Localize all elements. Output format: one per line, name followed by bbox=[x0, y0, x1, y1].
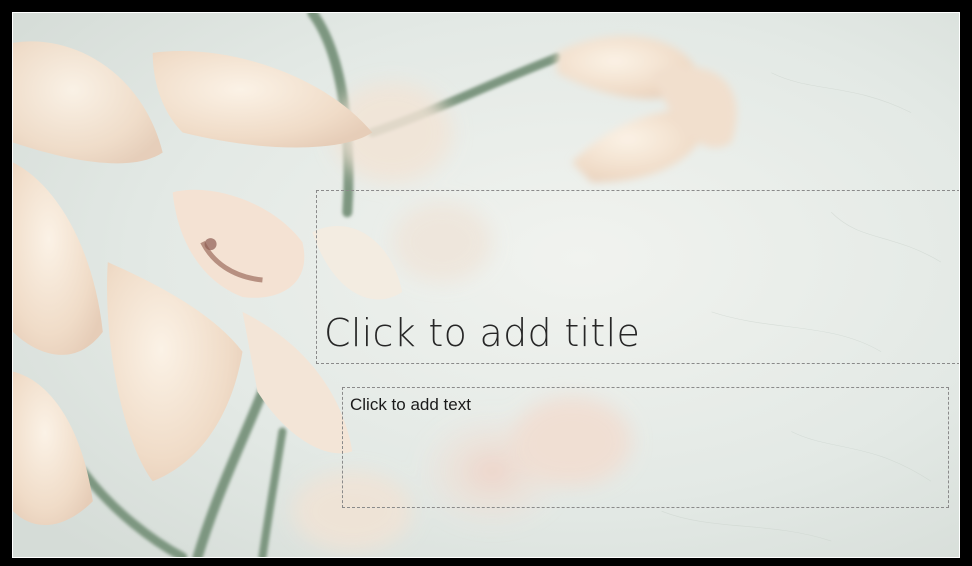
text-placeholder-text: Click to add text bbox=[350, 395, 471, 414]
slide-canvas[interactable]: Click to add title Click to add text bbox=[12, 12, 960, 558]
slide-frame: Click to add title Click to add text bbox=[0, 0, 972, 566]
title-placeholder[interactable]: Click to add title bbox=[316, 190, 959, 364]
title-placeholder-text: Click to add title bbox=[324, 311, 641, 355]
text-placeholder[interactable]: Click to add text bbox=[342, 387, 949, 508]
